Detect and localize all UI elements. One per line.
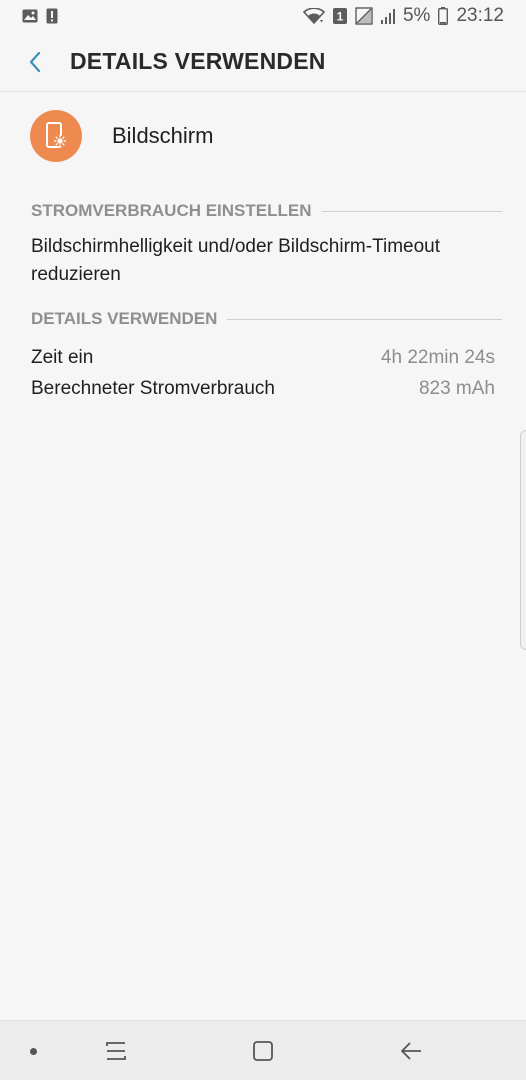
image-notification-icon	[22, 9, 38, 23]
navigation-bar	[0, 1020, 526, 1080]
back-chevron-icon	[29, 51, 41, 72]
item-title: Bildschirm	[112, 123, 214, 148]
status-right: 1 5% 23:12	[302, 5, 504, 27]
clock: 23:12	[456, 5, 504, 26]
recent-apps-button[interactable]	[76, 1021, 156, 1080]
alert-notification-icon	[46, 8, 58, 24]
detail-label: Berechneter Stromverbrauch	[31, 378, 275, 399]
home-icon	[253, 1041, 273, 1061]
detail-label: Zeit ein	[31, 347, 94, 368]
back-nav-button[interactable]	[371, 1021, 451, 1080]
section-header-details-label: DETAILS VERWENDEN	[31, 309, 218, 328]
section-header-power: STROMVERBRAUCH EINSTELLEN	[31, 201, 502, 221]
app-screen: 1 5% 23:12 DETAILS VERWENDEN Bildschirm …	[0, 0, 526, 1080]
app-item-row: Bildschirm	[0, 96, 526, 176]
back-arrow-icon	[401, 1042, 421, 1060]
signal-icon	[380, 8, 395, 24]
detail-row-time-on: Zeit ein 4h 22min 24s	[31, 347, 495, 369]
edge-panel-handle[interactable]	[520, 430, 526, 650]
no-sim-icon	[355, 7, 373, 25]
detail-row-power-usage: Berechneter Stromverbrauch 823 mAh	[31, 378, 495, 400]
app-bar: DETAILS VERWENDEN	[0, 32, 526, 92]
divider	[321, 210, 502, 212]
battery-percent: 5%	[402, 5, 431, 26]
page-title: DETAILS VERWENDEN	[70, 48, 326, 74]
screen-brightness-icon	[30, 110, 82, 162]
detail-value: 4h 22min 24s	[380, 347, 495, 368]
section-header-power-label: STROMVERBRAUCH EINSTELLEN	[31, 201, 312, 220]
recent-apps-icon	[106, 1042, 126, 1060]
section-header-details: DETAILS VERWENDEN	[31, 309, 502, 329]
wifi-icon	[302, 8, 325, 24]
sim-badge: 1	[332, 8, 347, 24]
home-button[interactable]	[223, 1021, 303, 1080]
detail-value: 823 mAh	[418, 378, 495, 399]
back-button[interactable]	[0, 32, 70, 92]
battery-icon	[438, 7, 449, 25]
svg-text:1: 1	[337, 10, 344, 24]
power-saving-tip[interactable]: Bildschirmhelligkeit und/oder Bildschirm…	[31, 233, 481, 289]
status-bar: 1 5% 23:12	[0, 0, 526, 32]
nav-hide-dot[interactable]	[30, 1048, 37, 1055]
status-left	[22, 8, 58, 24]
divider	[227, 318, 502, 320]
